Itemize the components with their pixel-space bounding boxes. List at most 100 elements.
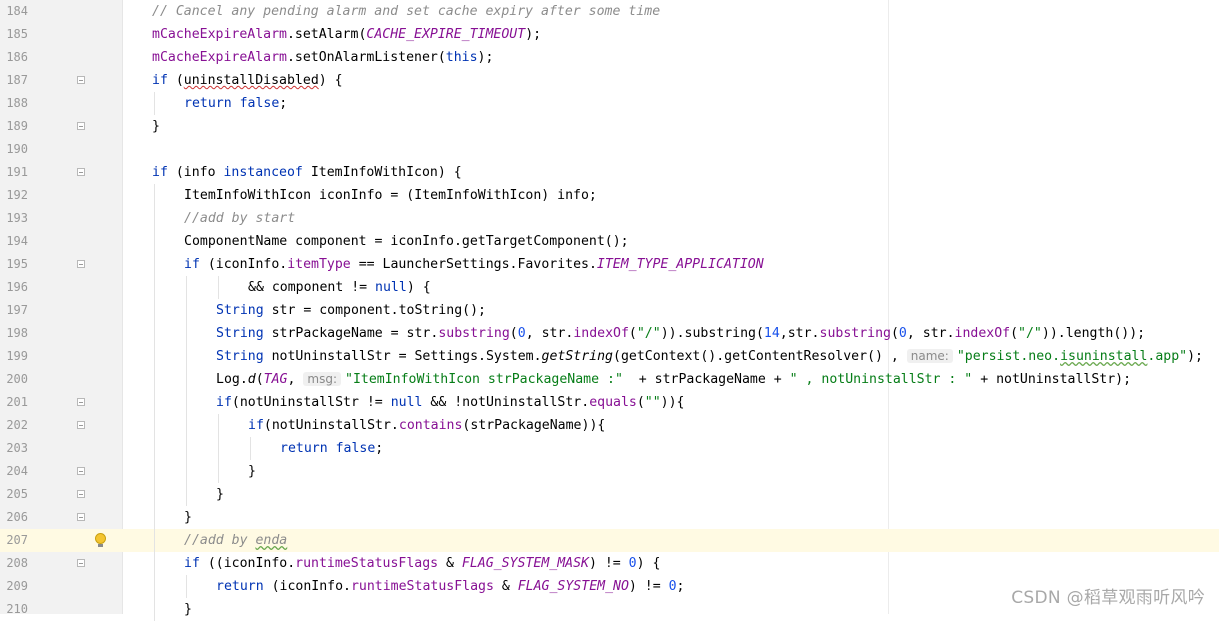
fold-marker-icon[interactable] <box>77 513 85 521</box>
gutter-cell: 201 <box>0 391 122 414</box>
code-token: mCacheExpireAlarm <box>152 50 287 65</box>
code-line[interactable]: 208 if ((iconInfo.runtimeStatusFlags & FL… <box>0 552 1219 575</box>
code-line[interactable]: 200 Log.d(TAG, msg: "ItemInfoWithIcon strP… <box>0 368 1219 391</box>
code-token: ( <box>636 395 645 410</box>
code-text[interactable]: //add by enda <box>184 529 287 552</box>
fold-marker-icon[interactable] <box>77 76 85 84</box>
code-token: & <box>493 579 518 594</box>
fold-marker-icon[interactable] <box>77 467 85 475</box>
code-text[interactable]: String notUninstallStr = Settings.System… <box>216 345 1203 368</box>
code-line[interactable]: 203 return false; <box>0 437 1219 460</box>
gutter-cell: 200 <box>0 368 122 391</box>
gutter-cell: 204 <box>0 460 122 483</box>
code-token: return <box>216 579 264 594</box>
code-line[interactable]: 185 mCacheExpireAlarm.setAlarm(CACHE_EXPI… <box>0 23 1219 46</box>
code-line[interactable]: 199 String notUninstallStr = Settings.Sys… <box>0 345 1219 368</box>
code-line[interactable]: 197 String str = component.toString(); <box>0 299 1219 322</box>
code-text[interactable]: String str = component.toString(); <box>216 299 486 322</box>
line-number: 205 <box>6 487 28 501</box>
code-token: 0 <box>898 326 907 341</box>
indent-guide <box>154 253 155 276</box>
code-token: //add by start <box>184 211 296 226</box>
code-text[interactable]: } <box>248 460 256 483</box>
code-line[interactable]: 194 ComponentName component = iconInfo.ge… <box>0 230 1219 253</box>
code-text[interactable]: return false; <box>184 92 287 115</box>
code-text[interactable]: return (iconInfo.runtimeStatusFlags & FL… <box>216 575 685 598</box>
code-token: d <box>247 372 256 387</box>
code-token: } <box>216 487 224 502</box>
code-token: // Cancel any pending alarm and set cach… <box>152 4 661 19</box>
code-text[interactable]: } <box>152 115 160 138</box>
code-text[interactable]: && component != null) { <box>248 276 431 299</box>
code-line[interactable]: 198 String strPackageName = str.substring… <box>0 322 1219 345</box>
indent-guide <box>186 575 187 598</box>
fold-marker-icon[interactable] <box>77 122 85 130</box>
code-text[interactable]: Log.d(TAG, msg: "ItemInfoWithIcon strPack… <box>216 368 1131 391</box>
code-token: String <box>216 303 264 318</box>
code-line[interactable]: 204} <box>0 460 1219 483</box>
code-line[interactable]: 187 if (uninstallDisabled) { <box>0 69 1219 92</box>
code-line[interactable]: 191 if (info instanceof ItemInfoWithIcon)… <box>0 161 1219 184</box>
code-line[interactable]: 184 // Cancel any pending alarm and set c… <box>0 0 1219 23</box>
code-line[interactable]: 188 return false; <box>0 92 1219 115</box>
code-editor[interactable]: 184 // Cancel any pending alarm and set c… <box>0 0 1219 621</box>
code-text[interactable]: return false; <box>280 437 383 460</box>
fold-marker-icon[interactable] <box>77 490 85 498</box>
code-token: + notUninstallStr); <box>972 372 1132 387</box>
code-text[interactable]: if (info instanceof ItemInfoWithIcon) { <box>152 161 462 184</box>
fold-marker-icon[interactable] <box>77 398 85 406</box>
code-text[interactable]: ItemInfoWithIcon iconInfo = (ItemInfoWit… <box>184 184 597 207</box>
line-number: 210 <box>6 602 28 616</box>
code-token: (strPackageName)){ <box>462 418 606 433</box>
code-text[interactable]: } <box>184 506 192 529</box>
indent-guide <box>186 391 187 414</box>
code-line[interactable]: 202 if(notUninstallStr.contains(strPackag… <box>0 414 1219 437</box>
code-token: TAG <box>263 372 288 387</box>
indent-guide <box>186 437 187 460</box>
indent-guide <box>154 575 155 598</box>
indent-guide <box>154 368 155 391</box>
gutter-cell: 202 <box>0 414 122 437</box>
code-text[interactable]: String strPackageName = str.substring(0,… <box>216 322 1145 345</box>
line-number: 202 <box>6 418 28 432</box>
fold-marker-icon[interactable] <box>77 260 85 268</box>
code-text[interactable]: } <box>216 483 224 506</box>
code-text[interactable]: if (iconInfo.itemType == LauncherSetting… <box>184 253 764 276</box>
code-text[interactable]: mCacheExpireAlarm.setAlarm(CACHE_EXPIRE_… <box>152 23 541 46</box>
code-line[interactable]: 193 //add by start <box>0 207 1219 230</box>
code-text[interactable]: if ((iconInfo.runtimeStatusFlags & FLAG_… <box>184 552 660 575</box>
code-token: )).substring( <box>660 326 764 341</box>
code-text[interactable]: ComponentName component = iconInfo.getTa… <box>184 230 629 253</box>
code-token: == LauncherSettings.Favorites. <box>350 257 597 272</box>
code-line[interactable]: 195 if (iconInfo.itemType == LauncherSett… <box>0 253 1219 276</box>
lightbulb-icon[interactable] <box>95 533 106 547</box>
code-line[interactable]: 189} <box>0 115 1219 138</box>
code-line[interactable]: 192 ItemInfoWithIcon iconInfo = (ItemInfo… <box>0 184 1219 207</box>
code-line[interactable]: 196 && component != null) { <box>0 276 1219 299</box>
code-text[interactable]: //add by start <box>184 207 295 230</box>
code-token: + strPackageName + <box>622 372 790 387</box>
code-token: , str. <box>525 326 574 341</box>
code-text[interactable]: mCacheExpireAlarm.setOnAlarmListener(thi… <box>152 46 493 69</box>
code-text[interactable]: if(notUninstallStr.contains(strPackageNa… <box>248 414 605 437</box>
indent-guide <box>154 391 155 414</box>
code-line[interactable]: 205} <box>0 483 1219 506</box>
code-text[interactable]: if(notUninstallStr != null && !notUninst… <box>216 391 685 414</box>
code-text[interactable]: } <box>184 598 192 621</box>
code-text[interactable]: // Cancel any pending alarm and set cach… <box>152 0 660 23</box>
fold-marker-icon[interactable] <box>77 168 85 176</box>
code-text[interactable]: if (uninstallDisabled) { <box>152 69 343 92</box>
code-token: null <box>390 395 423 410</box>
code-token: ,str. <box>779 326 820 341</box>
code-line[interactable]: 207 //add by enda <box>0 529 1219 552</box>
code-token: runtimeStatusFlags <box>350 579 494 594</box>
gutter-cell: 188 <box>0 92 122 115</box>
fold-marker-icon[interactable] <box>77 421 85 429</box>
code-line[interactable]: 186 mCacheExpireAlarm.setOnAlarmListener(… <box>0 46 1219 69</box>
indent-guide <box>218 437 219 460</box>
code-line[interactable]: 190 <box>0 138 1219 161</box>
code-line[interactable]: 206} <box>0 506 1219 529</box>
fold-marker-icon[interactable] <box>77 559 85 567</box>
parameter-hint: msg: <box>303 372 341 386</box>
code-line[interactable]: 201 if(notUninstallStr != null && !notUni… <box>0 391 1219 414</box>
